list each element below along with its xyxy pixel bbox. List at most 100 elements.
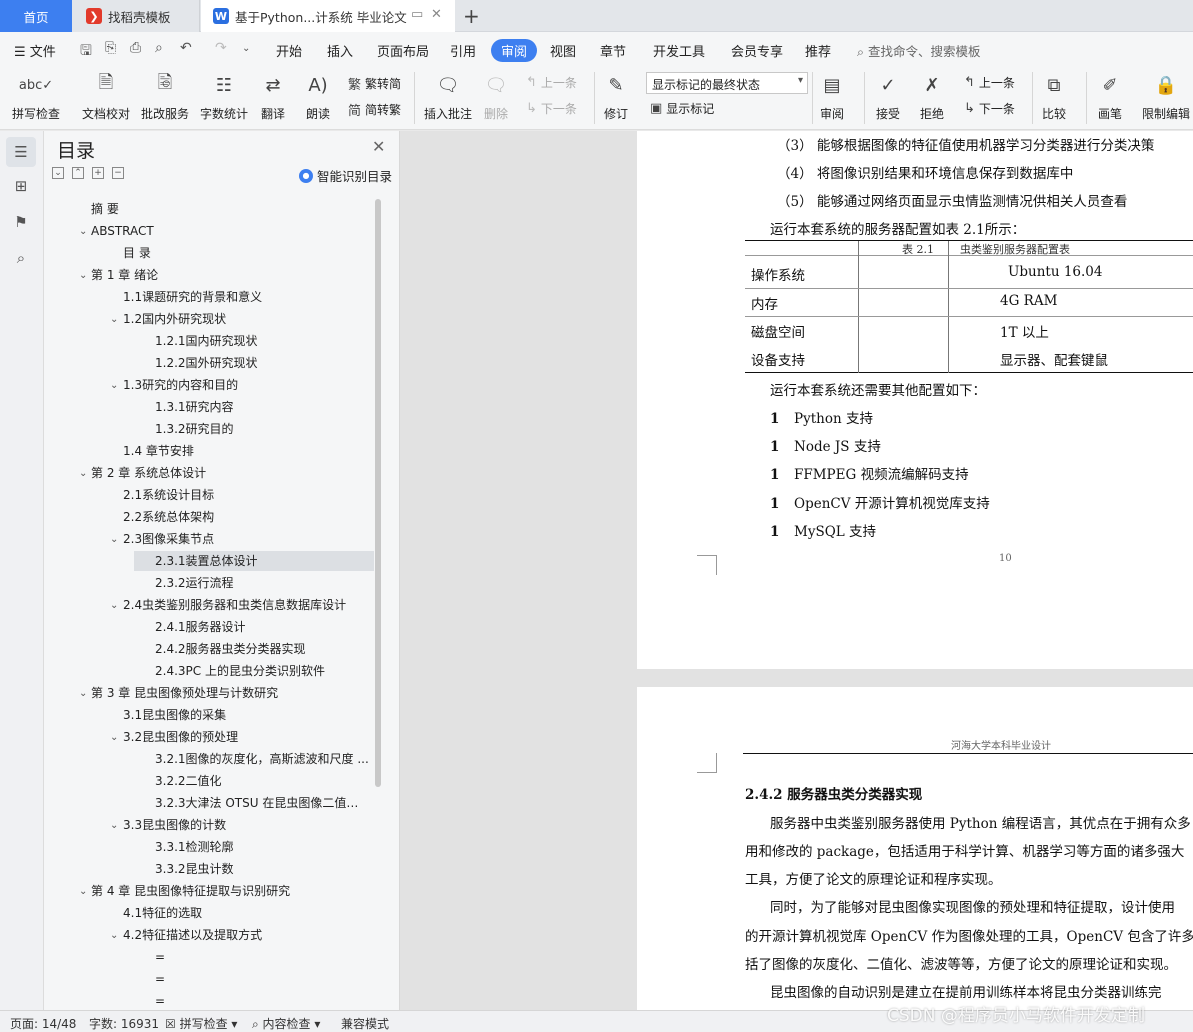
trad-to-simp-button[interactable]: 繁 繁转简 — [348, 74, 401, 93]
toc-item[interactable]: 第 1 章 绪论 — [91, 265, 369, 285]
toc-item[interactable]: 第 3 章 昆虫图像预处理与计数研究 — [91, 683, 369, 703]
word-count-button[interactable]: ☷ 字数统计 — [200, 71, 248, 122]
toc-item[interactable]: 3.2.1图像的灰度化，高斯滤波和尺度 ... — [155, 749, 369, 769]
print-preview-icon[interactable]: ⌕ — [155, 40, 163, 56]
toc-item[interactable]: 2.4.2服务器虫类分类器实现 — [155, 639, 369, 659]
revise-button[interactable]: ✎ 修订 — [602, 71, 630, 122]
restrict-edit-button[interactable]: 🔒 限制编辑 — [1142, 71, 1190, 122]
toc-item[interactable]: = — [155, 969, 369, 989]
toc-item[interactable]: 1.3.1研究内容 — [155, 397, 369, 417]
chapter-nav-icon[interactable]: ⊞ — [6, 171, 36, 201]
review-pane-button[interactable]: ▤ 审阅 — [818, 71, 846, 122]
toc-item[interactable]: 3.1昆虫图像的采集 — [123, 705, 369, 725]
file-menu[interactable]: ☰ 文件 — [14, 41, 56, 60]
toc-expand-caret-icon[interactable]: ⌄ — [110, 380, 118, 391]
spell-check-button[interactable]: abc✓ 拼写检查 — [12, 71, 60, 122]
smart-toc-button[interactable]: ● 智能识别目录 — [299, 166, 392, 185]
toc-item[interactable]: 1.2.2国外研究现状 — [155, 353, 369, 373]
toc-expand-caret-icon[interactable]: ⌄ — [110, 534, 118, 545]
menu-home[interactable]: 开始 — [276, 41, 302, 60]
toc-item[interactable]: 2.3.1装置总体设计 — [134, 551, 374, 571]
print-icon[interactable]: ⎙ — [130, 40, 141, 56]
toc-item[interactable]: 3.2.2二值化 — [155, 771, 369, 791]
toc-item[interactable]: 1.4 章节安排 — [123, 441, 369, 461]
toc-item[interactable]: 3.3.2昆虫计数 — [155, 859, 369, 879]
toc-item[interactable]: 3.3.1检测轮廓 — [155, 837, 369, 857]
new-tab-button[interactable]: + — [463, 4, 480, 28]
menu-page-layout[interactable]: 页面布局 — [377, 41, 429, 60]
expand-all-icon[interactable]: ⌃ — [72, 167, 84, 179]
delete-comment-button[interactable]: 🗨 删除 — [482, 71, 510, 122]
accept-button[interactable]: ✓ 接受 — [874, 71, 902, 122]
close-tab-icon[interactable]: ✕ — [431, 7, 442, 22]
toc-item[interactable]: 摘 要 — [91, 199, 369, 219]
toc-item[interactable]: 2.2系统总体架构 — [123, 507, 369, 527]
compare-button[interactable]: ⧉ 比较 — [1040, 71, 1068, 122]
bookmark-icon[interactable]: ⚑ — [6, 207, 36, 237]
status-spell-check[interactable]: ☒ 拼写检查 ▾ — [165, 1015, 237, 1032]
insert-comment-button[interactable]: 🗨 插入批注 — [424, 71, 472, 122]
toc-expand-caret-icon[interactable]: ⌄ — [110, 820, 118, 831]
toc-item[interactable]: 2.3图像采集节点 — [123, 529, 369, 549]
menu-insert[interactable]: 插入 — [327, 41, 353, 60]
toc-item[interactable]: 3.2.3大津法 OTSU 在昆虫图像二值化... — [155, 793, 369, 813]
search-icon[interactable]: ⌕ — [6, 243, 36, 273]
toc-item[interactable]: ABSTRACT — [91, 221, 369, 241]
toc-item[interactable]: 2.1系统设计目标 — [123, 485, 369, 505]
reject-button[interactable]: ✗ 拒绝 — [918, 71, 946, 122]
toc-item[interactable]: 3.2昆虫图像的预处理 — [123, 727, 369, 747]
close-icon[interactable]: ✕ — [372, 137, 385, 156]
batch-service-button[interactable]: 🗟 批改服务 — [141, 71, 189, 122]
screen-icon[interactable]: ▭ — [411, 7, 423, 22]
toc-item[interactable]: 2.4.1服务器设计 — [155, 617, 369, 637]
toc-expand-caret-icon[interactable]: ⌄ — [79, 270, 87, 281]
word-count-indicator[interactable]: 字数: 16931 — [89, 1015, 159, 1032]
menu-chapter[interactable]: 章节 — [600, 41, 626, 60]
toc-item[interactable]: 1.3研究的内容和目的 — [123, 375, 369, 395]
toc-item[interactable]: 1.3.2研究目的 — [155, 419, 369, 439]
menu-developer[interactable]: 开发工具 — [653, 41, 705, 60]
toc-expand-caret-icon[interactable]: ⌄ — [110, 930, 118, 941]
markup-mode-select[interactable]: 显示标记的最终状态 ▾ — [646, 72, 808, 94]
menu-view[interactable]: 视图 — [550, 41, 576, 60]
toc-item[interactable]: 第 2 章 系统总体设计 — [91, 463, 369, 483]
toc-expand-caret-icon[interactable]: ⌄ — [79, 468, 87, 479]
tab-docer[interactable]: ❯ 找稻壳模板 — [72, 0, 200, 32]
toc-item[interactable]: 2.4.3PC 上的昆虫分类识别软件 — [155, 661, 369, 681]
save-icon[interactable]: 🖫 — [80, 40, 92, 64]
toc-expand-caret-icon[interactable]: ⌄ — [79, 688, 87, 699]
customize-chevron-icon[interactable]: ⌄ — [242, 43, 250, 54]
collapse-all-icon[interactable]: ⌄ — [52, 167, 64, 179]
pen-button[interactable]: ✐ 画笔 — [1096, 71, 1124, 122]
toc-item[interactable]: 4.2特征描述以及提取方式 — [123, 925, 369, 945]
toc-item[interactable]: 目 录 — [123, 243, 369, 263]
toc-pane-icon[interactable]: ☰ — [6, 137, 36, 167]
remove-heading-icon[interactable]: − — [112, 167, 124, 179]
status-content-check[interactable]: ⌕ 内容检查 ▾ — [252, 1015, 320, 1032]
page-indicator[interactable]: 页面: 14/48 — [10, 1015, 76, 1032]
toc-expand-caret-icon[interactable]: ⌄ — [110, 314, 118, 325]
toc-expand-caret-icon[interactable]: ⌄ — [79, 886, 87, 897]
toc-item[interactable]: 1.1课题研究的背景和意义 — [123, 287, 369, 307]
add-heading-icon[interactable]: + — [92, 167, 104, 179]
redo-icon[interactable]: ↷ — [215, 40, 227, 56]
toc-expand-caret-icon[interactable]: ⌄ — [79, 226, 87, 237]
toc-scrollbar[interactable] — [375, 199, 381, 787]
toc-item[interactable]: 4.1特征的选取 — [123, 903, 369, 923]
toc-item[interactable]: 3.3昆虫图像的计数 — [123, 815, 369, 835]
command-search[interactable]: ⌕ 查找命令、搜索模板 — [857, 41, 981, 60]
export-pdf-icon[interactable]: ⎘ — [105, 40, 116, 56]
toc-item[interactable]: 2.4虫类鉴别服务器和虫类信息数据库设计 — [123, 595, 369, 615]
toc-item[interactable]: 1.2.1国内研究现状 — [155, 331, 369, 351]
toc-item[interactable]: = — [155, 991, 369, 1011]
next-change-button[interactable]: ↳ 下一条 — [964, 100, 1015, 117]
toc-item[interactable]: = — [155, 947, 369, 967]
toc-expand-caret-icon[interactable]: ⌄ — [110, 732, 118, 743]
toc-item[interactable]: 第 4 章 昆虫图像特征提取与识别研究 — [91, 881, 369, 901]
menu-review[interactable]: 审阅 — [491, 39, 538, 62]
undo-icon[interactable]: ↶ — [180, 40, 192, 56]
read-aloud-button[interactable]: A) 朗读 — [304, 71, 332, 122]
prev-change-button[interactable]: ↰ 上一条 — [964, 74, 1015, 91]
toc-item[interactable]: 2.3.2运行流程 — [155, 573, 369, 593]
prev-comment-button[interactable]: ↰ 上一条 — [526, 74, 577, 91]
